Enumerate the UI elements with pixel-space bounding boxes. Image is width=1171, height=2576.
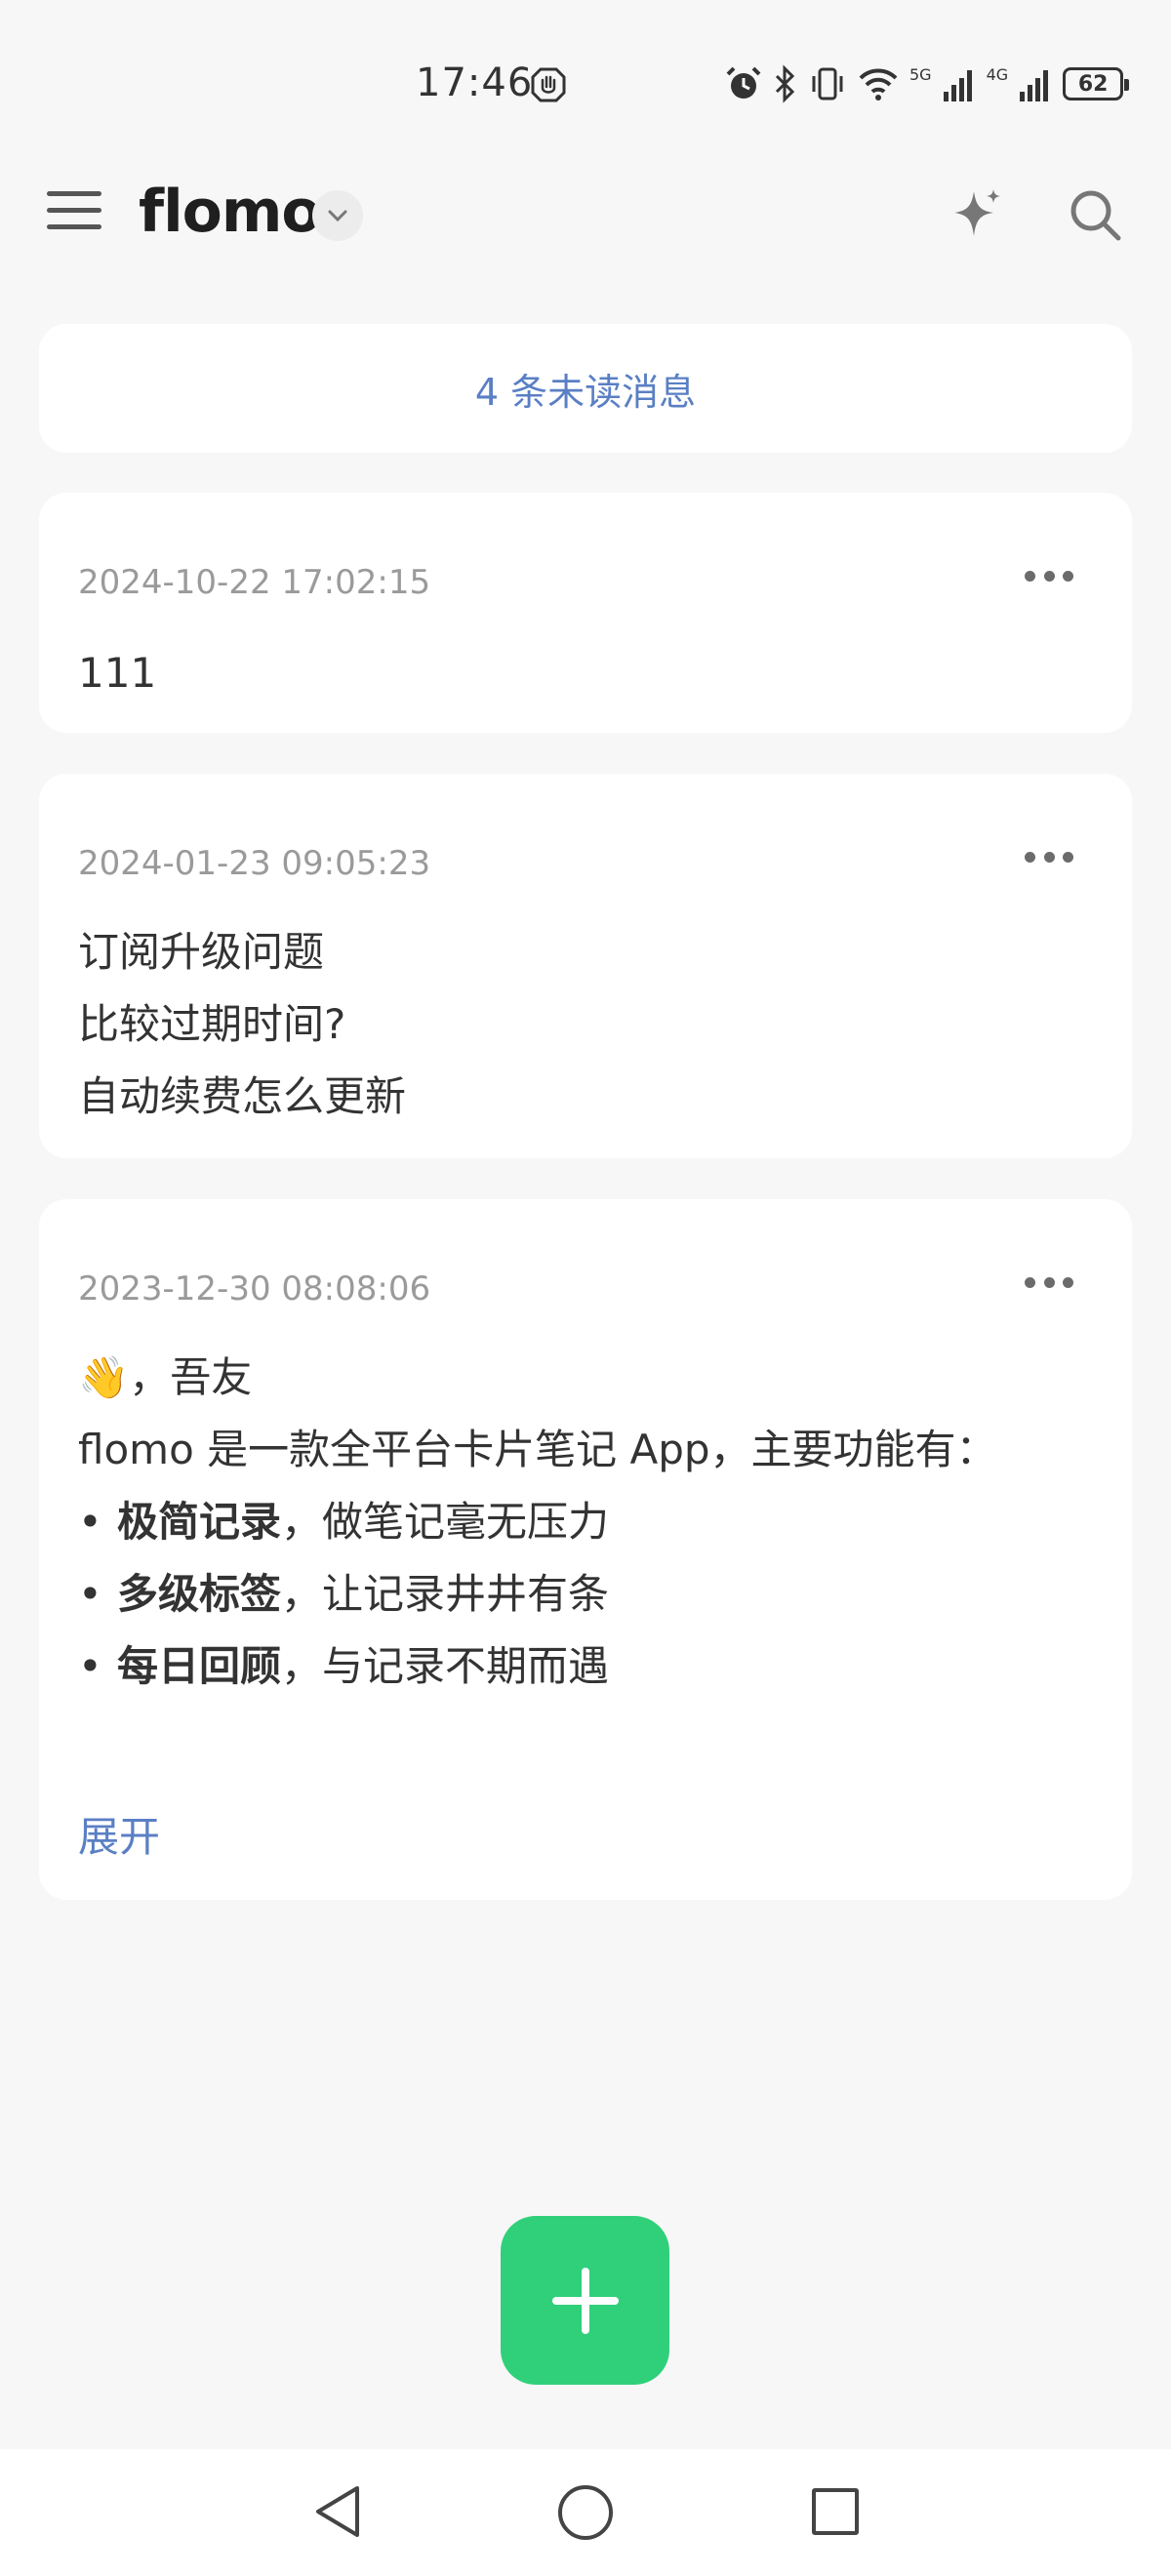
- recent-apps-icon[interactable]: [812, 2488, 859, 2535]
- battery-level: 62: [1077, 71, 1109, 97]
- memo-content: 👋，吾友 flomo 是一款全平台卡片笔记 App，主要功能有： • 极简记录，做…: [78, 1342, 1093, 1703]
- memo-bullet: • 多级标签，让记录井井有条: [78, 1558, 1093, 1630]
- plus-icon: [551, 2267, 619, 2334]
- back-icon[interactable]: [310, 2482, 365, 2541]
- bullet-bold: 每日回顾: [117, 1642, 282, 1690]
- more-icon[interactable]: [1025, 571, 1073, 584]
- sparkle-icon[interactable]: [945, 183, 1007, 246]
- bullet-text: ，做笔记毫无压力: [281, 1498, 610, 1546]
- bullet-mark: •: [78, 1498, 102, 1546]
- more-icon[interactable]: [1025, 1277, 1073, 1291]
- bullet-text: ，与记录不期而遇: [281, 1642, 610, 1690]
- memo-intro: flomo 是一款全平台卡片笔记 App，主要功能有：: [78, 1426, 997, 1473]
- memo-line: 111: [78, 649, 157, 697]
- search-icon[interactable]: [1066, 185, 1124, 244]
- memo-content: 订阅升级问题 比较过期时间? 自动续费怎么更新: [78, 916, 1093, 1133]
- bullet-text: ，让记录井井有条: [281, 1570, 610, 1618]
- signal-icon: [1020, 70, 1049, 101]
- more-icon[interactable]: [1025, 852, 1073, 865]
- hand-icon: [531, 67, 566, 102]
- status-bar: 17:46 5G 4G 62: [0, 0, 1171, 127]
- battery-icon: 62: [1063, 67, 1130, 101]
- memo-bullet: • 极简记录，做笔记毫无压力: [78, 1486, 1093, 1558]
- bullet-bold: 极简记录: [117, 1498, 282, 1546]
- memo-card[interactable]: 2024-10-22 17:02:15 111: [39, 493, 1132, 733]
- memo-card[interactable]: 2024-01-23 09:05:23 订阅升级问题 比较过期时间? 自动续费怎…: [39, 774, 1132, 1158]
- menu-icon[interactable]: [47, 191, 101, 238]
- memo-bullet: • 每日回顾，与记录不期而遇: [78, 1630, 1093, 1703]
- memo-line: 订阅升级问题: [78, 928, 325, 976]
- chevron-down-icon[interactable]: [312, 190, 363, 241]
- memo-greeting: 👋，吾友: [78, 1353, 253, 1401]
- signal-icon: [943, 70, 972, 101]
- bullet-mark: •: [78, 1570, 102, 1618]
- status-icons: 5G 4G 62: [724, 62, 1130, 105]
- bullet-bold: 多级标签: [117, 1570, 282, 1618]
- bluetooth-icon: [775, 64, 795, 103]
- app-title[interactable]: flomo: [139, 178, 322, 246]
- screen: 17:46 5G 4G 62 flomo 4 条未读消息 2024-10-22 …: [0, 0, 1171, 2576]
- expand-link[interactable]: 展开: [78, 1804, 160, 1864]
- alarm-icon: [726, 66, 761, 99]
- network-5g-label: 5G: [909, 64, 932, 84]
- memo-timestamp: 2024-10-22 17:02:15: [78, 563, 431, 602]
- memo-line: 比较过期时间?: [78, 1000, 346, 1048]
- memo-content: 111: [78, 637, 1093, 709]
- add-memo-button[interactable]: [501, 2216, 669, 2385]
- home-icon[interactable]: [558, 2485, 613, 2540]
- vibrate-icon: [812, 67, 843, 101]
- status-time: 17:46: [416, 60, 534, 105]
- memo-line: 自动续费怎么更新: [78, 1072, 407, 1120]
- memo-card[interactable]: 2023-12-30 08:08:06 👋，吾友 flomo 是一款全平台卡片笔…: [39, 1199, 1132, 1900]
- network-4g-label: 4G: [986, 64, 1009, 84]
- unread-banner-label: 4 条未读消息: [474, 370, 697, 414]
- memo-timestamp: 2023-12-30 08:08:06: [78, 1269, 431, 1308]
- memo-timestamp: 2024-01-23 09:05:23: [78, 844, 431, 883]
- wifi-icon: [859, 68, 898, 101]
- unread-banner[interactable]: 4 条未读消息: [39, 324, 1132, 453]
- bullet-mark: •: [78, 1642, 102, 1690]
